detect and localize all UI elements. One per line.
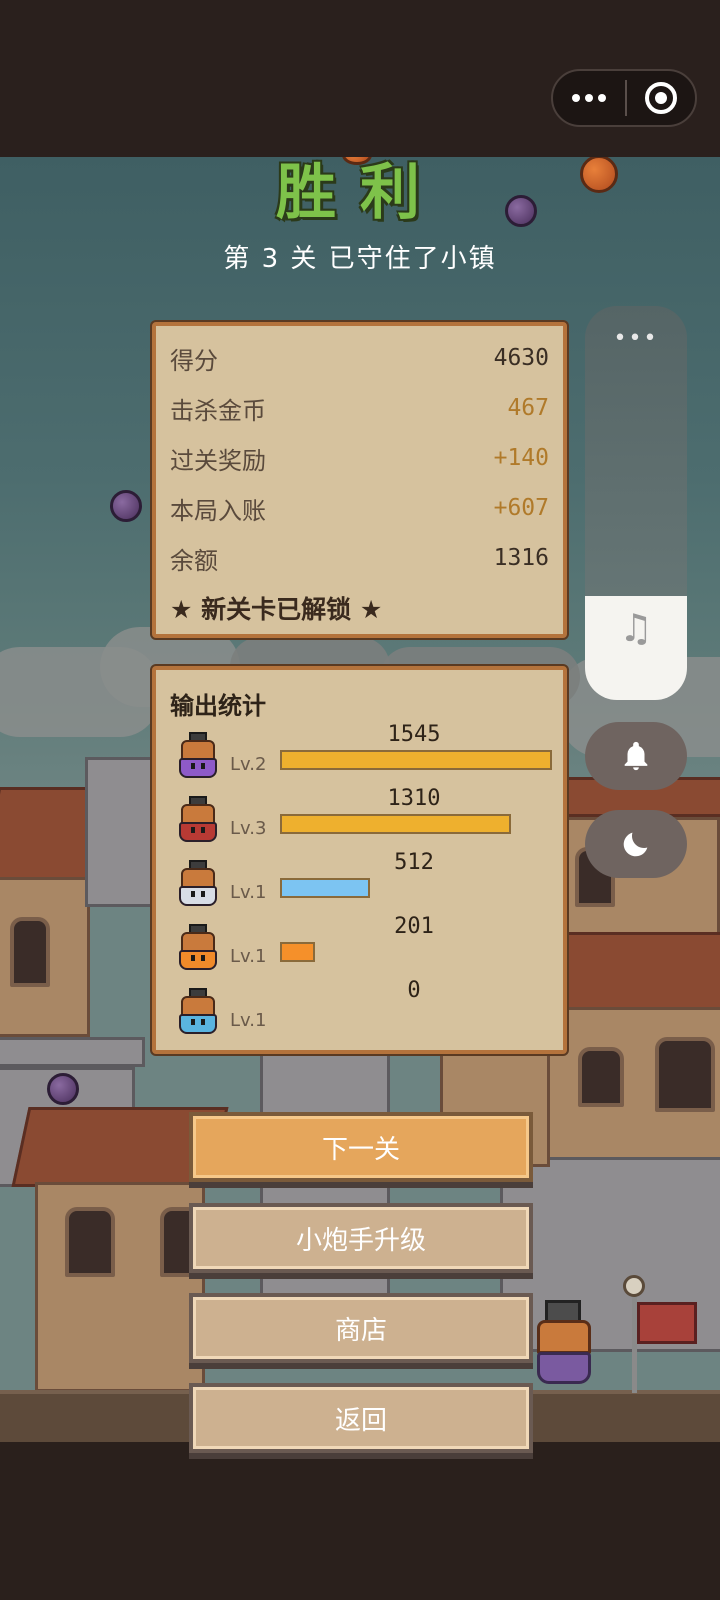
damage-bar-track (280, 750, 552, 770)
gunner-avatar (176, 796, 220, 846)
damage-bar-track (280, 878, 552, 898)
damage-bar-track (280, 814, 552, 834)
damage-value: 0 (407, 978, 421, 1003)
gunner-avatar (176, 860, 220, 910)
stat-label: 击杀金币 (170, 396, 266, 425)
stat-row-round-income: 本局入账 +607 (170, 490, 549, 526)
damage-value: 512 (394, 850, 434, 875)
stat-row-kill-coins: 击杀金币 467 (170, 390, 549, 426)
damage-bar (280, 750, 552, 770)
damage-value: 201 (394, 914, 434, 939)
music-note-icon[interactable]: ♫ (585, 606, 687, 650)
gunner-level: Lv.1 (230, 946, 267, 967)
stat-value: +607 (493, 495, 549, 521)
shop-button[interactable]: 商店 (189, 1293, 533, 1363)
damage-bar-track (280, 942, 552, 962)
gunner-level: Lv.2 (230, 754, 267, 775)
damage-value: 1545 (387, 722, 441, 747)
capsule-menu (551, 69, 697, 127)
score-panel: 得分 4630 击杀金币 467 过关奖励 +140 本局入账 +607 余额 … (152, 322, 567, 638)
stat-row-level-reward: 过关奖励 +140 (170, 440, 549, 476)
gunner-avatar (176, 924, 220, 974)
stat-value: 1316 (493, 545, 549, 571)
new-level-unlocked: ★ 新关卡已解锁 ★ (170, 595, 383, 624)
bell-icon[interactable] (585, 722, 687, 790)
stat-label: 得分 (170, 346, 218, 375)
stat-label: 余额 (170, 546, 218, 575)
mini-program-top-bar (0, 0, 720, 157)
player-gunner (533, 1300, 595, 1390)
output-stats-title: 输出统计 (170, 692, 266, 720)
gunner-level: Lv.1 (230, 1010, 267, 1031)
side-more-button[interactable]: ••• (585, 326, 687, 351)
side-floating-panel: ••• ♫ (585, 306, 687, 700)
stat-label: 本局入账 (170, 496, 266, 525)
upgrade-gunner-button[interactable]: 小炮手升级 (189, 1203, 533, 1273)
moon-icon[interactable] (585, 810, 687, 878)
more-dots-icon[interactable] (553, 71, 625, 125)
next-level-button[interactable]: 下一关 (189, 1112, 533, 1182)
damage-bar-track (280, 1006, 552, 1026)
gunner-avatar (176, 988, 220, 1038)
damage-bar (280, 878, 370, 898)
stat-row-score: 得分 4630 (170, 340, 549, 376)
damage-bar (280, 942, 315, 962)
stat-value: 467 (507, 395, 549, 421)
damage-bar (280, 814, 511, 834)
output-stats-panel: 输出统计 1545 Lv.2 1310 Lv.3 512 Lv.1 201 Lv.1 0 Lv.1 (152, 666, 567, 1054)
target-circle-icon[interactable] (627, 71, 695, 125)
victory-title: 胜利 (276, 158, 444, 228)
back-button[interactable]: 返回 (189, 1383, 533, 1453)
stat-value: 4630 (493, 345, 549, 371)
damage-value: 1310 (387, 786, 441, 811)
stat-row-balance: 余额 1316 (170, 540, 549, 576)
stat-label: 过关奖励 (170, 446, 266, 475)
level-subtitle: 第 3 关 已守住了小镇 (223, 244, 497, 274)
gunner-level: Lv.3 (230, 818, 267, 839)
bottom-area (0, 1442, 720, 1600)
gunner-avatar (176, 732, 220, 782)
gunner-level: Lv.1 (230, 882, 267, 903)
stat-value: +140 (493, 445, 549, 471)
output-row: 0 Lv.1 (156, 978, 563, 1052)
